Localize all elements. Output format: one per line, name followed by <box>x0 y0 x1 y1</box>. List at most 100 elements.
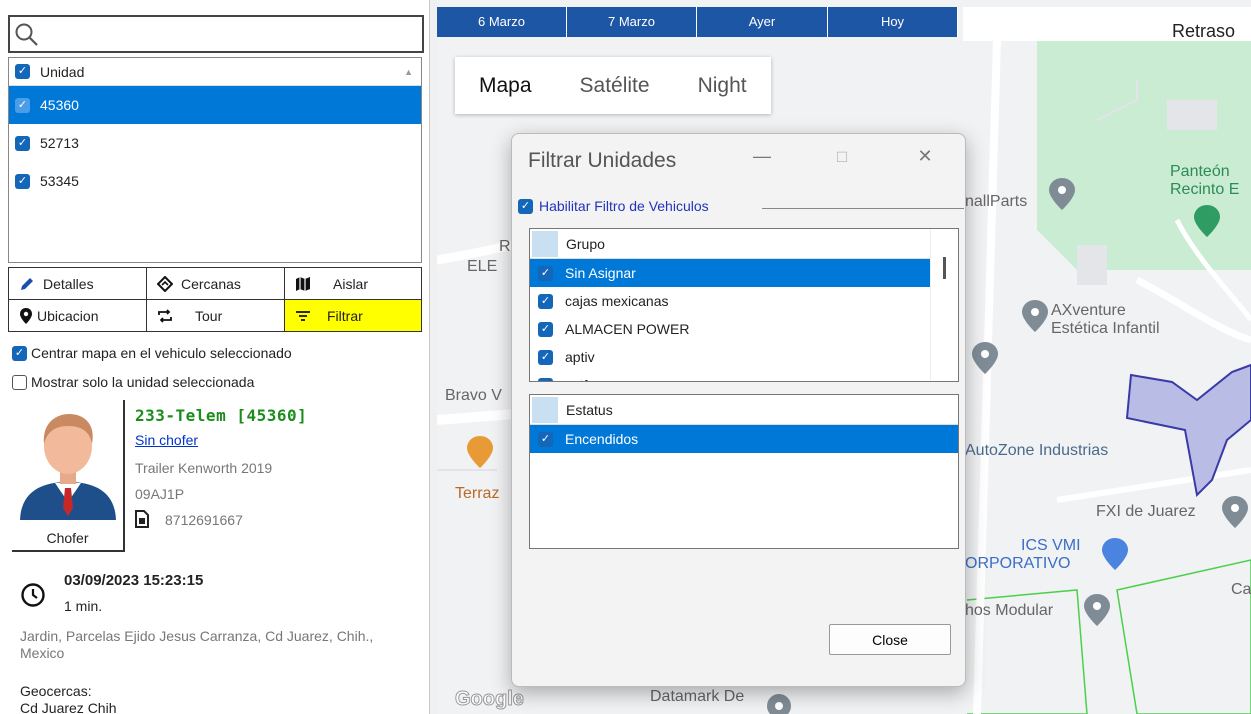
close-button[interactable]: Close <box>829 624 951 655</box>
center-map-checkbox[interactable]: ✓ <box>12 345 27 361</box>
cercanas-label: Cercanas <box>181 275 241 292</box>
dialog-title: Filtrar Unidades <box>528 149 677 172</box>
driver-link[interactable]: Sin chofer <box>135 432 198 448</box>
search-box[interactable] <box>8 15 424 53</box>
filter-dialog: Filtrar Unidades — ☐ ✕ ✓ Habilitar Filtr… <box>511 133 966 687</box>
only-selected-option[interactable]: ✓ Mostrar solo la unidad seleccionada <box>12 374 254 390</box>
status-header-checkbox-cell[interactable] <box>532 397 558 423</box>
unit-list: ✓ Unidad ▲ ✓ 45360 ✓ 52713 ✓ 53345 <box>8 57 422 263</box>
map-label-ele: ELE <box>467 258 498 275</box>
tour-button[interactable]: Tour <box>146 299 285 332</box>
map-label-bravo: Bravo V <box>445 387 502 404</box>
tab-7-marzo[interactable]: 7 Marzo <box>567 7 697 37</box>
enable-filter-option[interactable]: ✓ Habilitar Filtro de Vehiculos <box>518 198 715 214</box>
geofence-label: Geocercas: <box>20 683 92 699</box>
close-window-button[interactable]: ✕ <box>910 146 940 167</box>
scrollbar-thumb[interactable] <box>943 257 946 279</box>
group-header-label: Grupo <box>566 235 605 252</box>
cercanas-button[interactable]: Cercanas <box>146 267 285 300</box>
group-row-label: Sin Asignar <box>565 265 636 281</box>
unit-row[interactable]: ✓ 45360 <box>9 86 421 124</box>
map-label-fxi: FXI de Juarez <box>1096 503 1196 520</box>
action-grid: Detalles Cercanas Aislar Ubicacion Tour <box>8 267 422 333</box>
select-all-checkbox[interactable]: ✓ <box>15 64 30 79</box>
unit-checkbox[interactable]: ✓ <box>15 135 30 151</box>
left-panel: ✓ Unidad ▲ ✓ 45360 ✓ 52713 ✓ 53345 Detal… <box>0 0 430 714</box>
filtrar-label: Filtrar <box>327 307 363 324</box>
status-row[interactable]: ✓ Encendidos <box>530 425 958 453</box>
map-type-control: Mapa Satélite Night <box>455 57 771 114</box>
unit-list-header[interactable]: ✓ Unidad ▲ <box>9 58 421 86</box>
group-checkbox[interactable]: ✓ <box>538 265 553 281</box>
group-row[interactable]: ✓ Sin Asignar <box>530 259 931 287</box>
status-row-label: Encendidos <box>565 431 639 447</box>
map-label-datamark: Datamark De <box>650 688 745 705</box>
map-label-autozone: AutoZone Industrias <box>965 442 1109 459</box>
unit-row[interactable]: ✓ 52713 <box>9 124 421 162</box>
aislar-button[interactable]: Aislar <box>284 267 422 300</box>
maximize-button[interactable]: ☐ <box>827 149 857 166</box>
status-checkbox[interactable]: ✓ <box>538 431 553 447</box>
ubicacion-label: Ubicacion <box>37 307 99 324</box>
map-label-panteon: Panteón <box>1170 163 1230 180</box>
ubicacion-button[interactable]: Ubicacion <box>8 299 147 332</box>
group-list-header[interactable]: Grupo <box>530 229 958 259</box>
google-logo: Google <box>455 688 525 711</box>
detalles-button[interactable]: Detalles <box>8 267 147 300</box>
sim-card-icon <box>135 510 149 528</box>
last-report-duration: 1 min. <box>64 598 103 614</box>
map-type-mapa[interactable]: Mapa <box>455 57 556 114</box>
center-map-option[interactable]: ✓ Centrar mapa en el vehiculo selecciona… <box>12 345 292 361</box>
location-pin-icon <box>19 307 33 324</box>
driver-card[interactable]: Chofer <box>12 400 125 552</box>
group-row-label: ALMACEN POWER <box>565 321 690 337</box>
minimize-button[interactable]: — <box>747 146 777 167</box>
vehicle-model: Trailer Kenworth 2019 <box>135 460 273 476</box>
map-label-modular: hos Modular <box>965 602 1054 619</box>
unit-row-label: 52713 <box>40 135 79 151</box>
group-checkbox[interactable]: ✓ <box>538 293 553 309</box>
unit-checkbox[interactable]: ✓ <box>15 173 30 189</box>
group-row[interactable]: ✓ aptiv <box>530 343 931 371</box>
unit-row-label: 45360 <box>40 97 79 113</box>
group-row[interactable]: ✓ cajas mexicanas <box>530 287 931 315</box>
group-row[interactable]: ✓ ALMACEN POWER <box>530 315 931 343</box>
geofence-value: Cd Juarez Chih <box>20 700 117 714</box>
unit-checkbox[interactable]: ✓ <box>15 97 30 113</box>
tab-6-marzo[interactable]: 6 Marzo <box>437 7 567 37</box>
tab-hoy[interactable]: Hoy <box>828 7 958 37</box>
search-input[interactable] <box>44 21 414 47</box>
group-checkbox[interactable]: ✓ <box>538 321 553 337</box>
only-selected-label: Mostrar solo la unidad seleccionada <box>31 374 255 390</box>
group-row-label: cajas mexicanas <box>565 293 669 309</box>
group-header-checkbox-cell[interactable] <box>532 231 558 257</box>
center-map-label: Centrar mapa en el vehiculo seleccionado <box>31 345 292 361</box>
group-checkbox[interactable]: ✓ <box>538 377 553 381</box>
enable-filter-checkbox[interactable]: ✓ <box>518 198 533 214</box>
only-selected-checkbox[interactable]: ✓ <box>12 374 27 390</box>
vehicle-plate: 09AJ1P <box>135 486 185 502</box>
map-icon <box>295 276 311 292</box>
map-label-corporativo: ORPORATIVO <box>965 555 1071 572</box>
group-separator <box>762 208 964 209</box>
map-label-ics: ICS VMI <box>1021 537 1081 554</box>
repeat-icon <box>157 308 173 324</box>
map-type-night[interactable]: Night <box>674 57 771 114</box>
status-list-header[interactable]: Estatus <box>530 395 958 425</box>
group-row[interactable]: ✓ catfe <box>530 371 931 381</box>
sort-arrow-icon[interactable]: ▲ <box>404 67 413 77</box>
unit-row[interactable]: ✓ 53345 <box>9 162 421 200</box>
unit-row-label: 53345 <box>40 173 79 189</box>
aislar-label: Aislar <box>333 275 369 292</box>
group-row-label: catfe <box>565 377 595 381</box>
map-label-terraz: Terraz <box>455 485 500 502</box>
group-checkbox[interactable]: ✓ <box>538 349 553 365</box>
filter-icon <box>295 309 311 323</box>
tab-ayer[interactable]: Ayer <box>697 7 828 37</box>
map-type-satelite[interactable]: Satélite <box>556 57 674 114</box>
enable-filter-label: Habilitar Filtro de Vehiculos <box>539 198 709 214</box>
group-list-scrollbar[interactable] <box>930 229 958 381</box>
filtrar-button[interactable]: Filtrar <box>284 299 422 332</box>
driver-label: Chofer <box>46 530 89 546</box>
pencil-icon <box>19 276 35 292</box>
